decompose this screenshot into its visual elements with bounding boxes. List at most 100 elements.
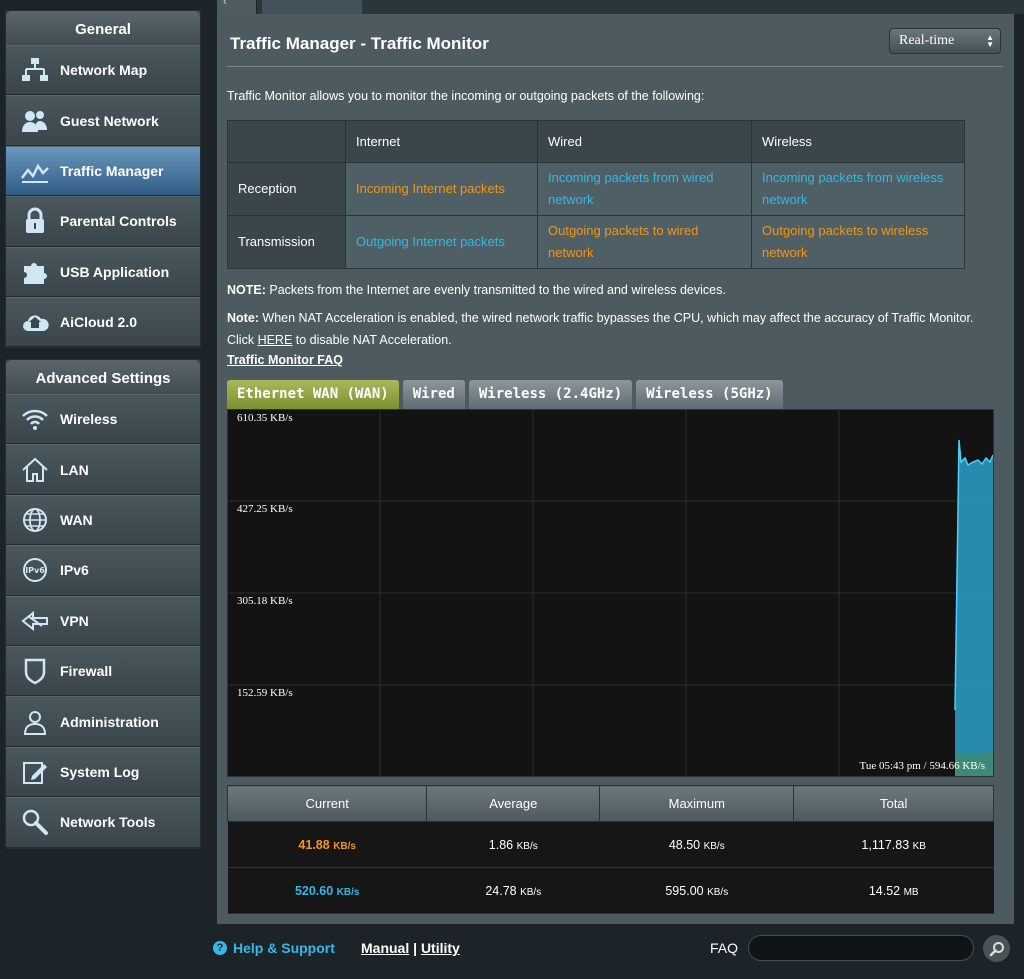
- stats-header-current: Current: [226, 785, 428, 822]
- sidebar-item-vpn[interactable]: VPN: [6, 595, 200, 646]
- manual-utility-links: Manual | Utility: [361, 940, 460, 956]
- ipv6-icon: IPv6: [18, 553, 52, 587]
- advanced-menu-title: Advanced Settings: [6, 360, 200, 394]
- link-separator: |: [413, 940, 418, 956]
- stat-unit: KB/s: [703, 840, 725, 852]
- sidebar-item-network-tools[interactable]: Network Tools: [6, 797, 200, 848]
- stat-unit: MB: [903, 886, 919, 898]
- home-icon: [18, 453, 52, 487]
- stat-average: 1.86 KB/s: [426, 821, 600, 868]
- tab-wireless-24[interactable]: Wireless (2.4GHz): [468, 380, 633, 409]
- user-icon: [18, 705, 52, 739]
- stat-unit: KB: [912, 840, 926, 852]
- stat-maximum: 595.00 KB/s: [599, 867, 794, 914]
- manual-link[interactable]: Manual: [361, 940, 409, 956]
- table-header-wired: Wired: [537, 120, 752, 163]
- select-arrows-icon: ▲ ▼: [986, 33, 994, 49]
- sidebar-item-label: Guest Network: [60, 112, 159, 129]
- traffic-graph-svg: [228, 410, 993, 776]
- sidebar-item-firewall[interactable]: Firewall: [6, 645, 200, 697]
- stat-average: 24.78 KB/s: [426, 867, 600, 914]
- sidebar-item-wireless[interactable]: Wireless: [6, 394, 200, 445]
- sidebar-item-guest-network[interactable]: Guest Network: [6, 95, 200, 146]
- stat-unit: KB/s: [516, 840, 538, 852]
- y-axis-label: 427.25 KB/s: [237, 503, 293, 515]
- question-icon: ?: [213, 941, 227, 955]
- y-axis-label: 610.35 KB/s: [237, 412, 293, 424]
- sidebar-item-parental-controls[interactable]: Parental Controls: [6, 196, 200, 247]
- traffic-monitor-faq-link[interactable]: Traffic Monitor FAQ: [227, 353, 343, 367]
- stats-header-maximum: Maximum: [599, 785, 795, 822]
- help-label: Help & Support: [233, 940, 335, 956]
- faq-search-input[interactable]: [748, 935, 974, 961]
- table-cell: Incoming packets from wired network: [537, 162, 752, 216]
- edit-icon: [18, 755, 52, 789]
- guest-network-icon: [18, 104, 52, 138]
- cloud-icon: [18, 305, 52, 339]
- page-title: Traffic Manager - Traffic Monitor: [230, 34, 489, 53]
- utility-link[interactable]: Utility: [421, 940, 460, 956]
- footer: ? Help & Support Manual | Utility FAQ: [0, 924, 1024, 974]
- note-tail: to disable NAT Acceleration.: [292, 333, 452, 347]
- stat-value: 1.86: [488, 837, 514, 852]
- search-button[interactable]: [983, 935, 1010, 962]
- note-label: Note:: [227, 311, 259, 325]
- puzzle-icon: [18, 255, 52, 289]
- mode-select-value: Real-time: [899, 33, 955, 48]
- note-text: Packets from the Internet are evenly tra…: [265, 283, 726, 297]
- note-click: Click: [227, 333, 258, 347]
- globe-icon: [18, 503, 52, 537]
- row-label: Transmission: [227, 215, 346, 269]
- graph-timestamp: Tue 05:43 pm / 594.66 KB/s: [859, 760, 985, 772]
- title-divider: [227, 66, 1003, 67]
- sidebar-item-usb-application[interactable]: USB Application: [6, 246, 200, 297]
- stat-total: 14.52 MB: [793, 867, 994, 914]
- sidebar-item-network-map[interactable]: Network Map: [6, 45, 200, 96]
- sidebar-item-label: Network Map: [60, 62, 148, 79]
- advanced-menu: Advanced Settings Wireless LAN WAN IPv6 IPv6…: [5, 359, 201, 849]
- tab-wired[interactable]: Wired: [402, 380, 465, 409]
- mode-select[interactable]: Real-time ▲ ▼: [889, 28, 1001, 54]
- stat-value: 48.50: [668, 837, 701, 852]
- stat-unit: KB/s: [707, 886, 729, 898]
- stat-unit: KB/s: [520, 886, 542, 898]
- description: Traffic Monitor allows you to monitor th…: [227, 89, 705, 103]
- row-label: Reception: [227, 162, 346, 216]
- shield-icon: [18, 654, 52, 688]
- sidebar-item-lan[interactable]: LAN: [6, 444, 200, 495]
- sidebar-item-wan[interactable]: WAN: [6, 494, 200, 546]
- sidebar-item-label: WAN: [60, 511, 93, 528]
- stats-header-total: Total: [793, 785, 994, 822]
- sidebar-item-ipv6[interactable]: IPv6 IPv6: [6, 545, 200, 596]
- disable-nat-link[interactable]: HERE: [258, 333, 293, 347]
- note-text: When NAT Acceleration is enabled, the wi…: [258, 311, 974, 325]
- tab-ethernet-wan[interactable]: Ethernet WAN (WAN): [227, 380, 399, 409]
- sidebar-item-label: IPv6: [60, 562, 89, 579]
- stat-unit: KB/s: [336, 886, 360, 898]
- main-panel: Traffic Manager - Traffic Monitor Real-t…: [217, 14, 1014, 924]
- top-tab-active[interactable]: [262, 0, 362, 14]
- wifi-icon: [18, 402, 52, 436]
- sidebar-item-label: LAN: [60, 461, 89, 478]
- stat-current: 520.60 KB/s: [227, 867, 427, 914]
- stats-header-average: Average: [426, 785, 601, 822]
- traffic-graph: 610.35 KB/s 427.25 KB/s 305.18 KB/s 152.…: [227, 409, 994, 777]
- faq-label: FAQ: [710, 940, 739, 956]
- stat-value: 595.00: [665, 883, 704, 898]
- sidebar-item-label: Traffic Manager: [60, 162, 164, 179]
- sidebar-item-label: Firewall: [60, 663, 113, 680]
- sidebar-item-administration[interactable]: Administration: [6, 696, 200, 747]
- tab-wireless-5[interactable]: Wireless (5GHz): [636, 380, 783, 409]
- stat-current: 41.88 KB/s: [227, 821, 427, 868]
- table-cell: Incoming packets from wireless network: [751, 162, 965, 216]
- general-menu: General Network Map Guest Network Traffic …: [5, 10, 201, 349]
- help-support-link[interactable]: ? Help & Support: [213, 940, 335, 956]
- note-label: NOTE:: [227, 283, 266, 297]
- sidebar-item-aicloud-2-0[interactable]: AiCloud 2.0: [6, 296, 200, 348]
- stat-maximum: 48.50 KB/s: [599, 821, 794, 868]
- sidebar-item-traffic-manager[interactable]: Traffic Manager: [6, 145, 200, 197]
- top-tab-back[interactable]: ‹: [217, 0, 257, 14]
- table-header-internet: Internet: [345, 120, 538, 163]
- sidebar-item-system-log[interactable]: System Log: [6, 746, 200, 798]
- traffic-stats-table: Current Average Maximum Total 41.88 KB/s…: [226, 785, 994, 914]
